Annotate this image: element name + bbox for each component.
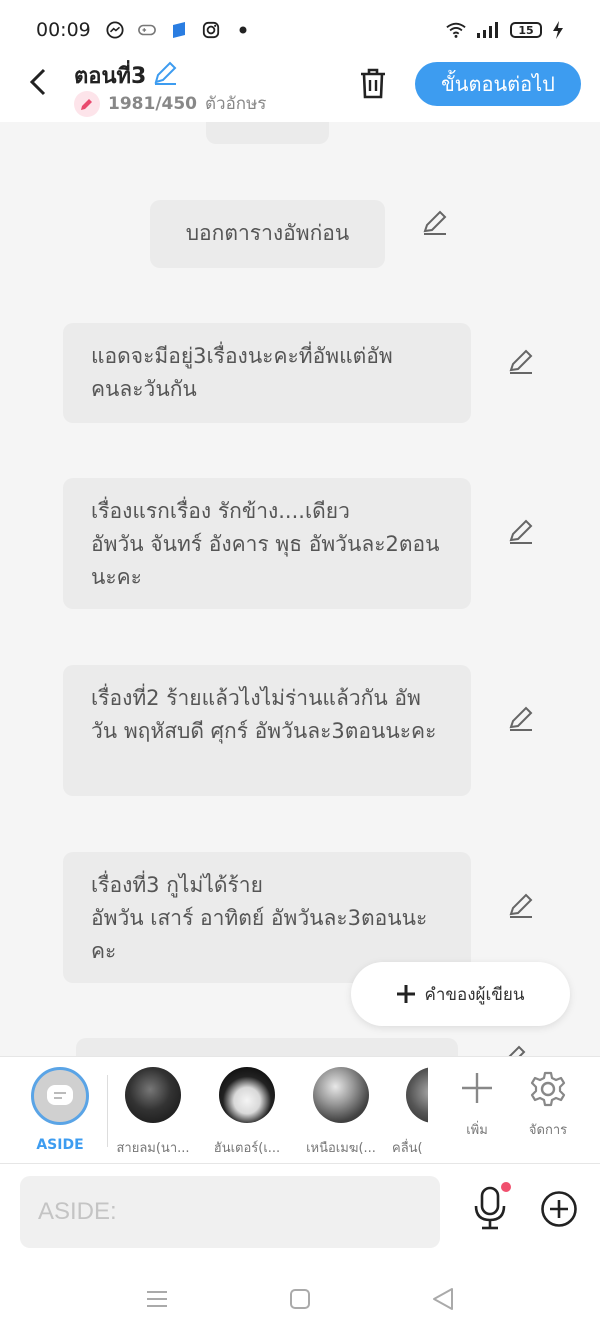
avatar — [406, 1067, 428, 1123]
character-item[interactable]: สายลม(นา... — [108, 1067, 198, 1158]
charging-icon — [552, 20, 564, 40]
character-bar: ASIDE สายลม(นา... ฮันเตอร์(เ... เหนือเมฆ… — [0, 1056, 600, 1164]
avatar — [313, 1067, 369, 1123]
message-text: เรื่องที่3 กูไม่ได้ร้าย อัพวัน เสาร์ อาท… — [91, 873, 428, 963]
status-time: 00:09 — [36, 19, 91, 41]
gamepad-icon — [137, 20, 157, 40]
plus-icon — [397, 985, 416, 1003]
character-label: ASIDE — [36, 1137, 84, 1153]
status-bar: 00:09 15 — [0, 0, 600, 60]
battery-icon: 15 — [510, 22, 542, 38]
chat-area[interactable]: บอกตารางอัพก่อน แอดจะมีอยู่3เรื่องนะคะที… — [0, 122, 600, 1056]
edit-title-icon[interactable] — [152, 60, 178, 92]
chapter-title: ตอนที่3 — [74, 64, 147, 89]
notification-icons — [105, 20, 253, 40]
edit-message-icon[interactable] — [500, 1044, 528, 1056]
add-circle-icon[interactable] — [540, 1190, 578, 1228]
messenger-icon — [105, 20, 125, 40]
message-bubble[interactable]: แอดจะมีอยู่3เรื่องนะคะที่อัพแต่อัพคนละวั… — [63, 323, 471, 423]
avatar — [125, 1067, 181, 1123]
message-bubble[interactable]: เรื่องที่2 ร้ายแล้วไงไม่ร่านแล้วกัน อัพว… — [63, 665, 471, 796]
character-label: ฮันเตอร์(เ... — [213, 1141, 281, 1156]
character-label: เหนือเมฆ(... — [306, 1141, 376, 1156]
writer-note-button[interactable]: คำของผู้เขียน — [351, 962, 570, 1026]
edit-message-icon[interactable] — [507, 518, 535, 546]
message-bubble[interactable] — [206, 122, 329, 144]
dot-icon — [233, 20, 253, 40]
delete-button[interactable] — [356, 66, 390, 100]
menu-icon[interactable] — [144, 1286, 170, 1312]
character-item[interactable]: เหนือเมฆ(... — [296, 1067, 386, 1158]
character-label: สายลม(นา... — [116, 1141, 190, 1156]
character-aside[interactable]: ASIDE — [15, 1067, 105, 1153]
top-bar: ตอนที่3 1981/450 ตัวอักษร ขั้นตอนต่อไป — [0, 60, 600, 122]
edit-message-icon[interactable] — [421, 209, 449, 237]
signal-icon — [476, 20, 500, 40]
plus-icon — [462, 1073, 492, 1103]
character-item[interactable]: คลื่น( — [390, 1067, 428, 1158]
chat-bubble-icon — [47, 1085, 73, 1105]
next-step-button[interactable]: ขั้นตอนต่อไป — [415, 62, 581, 106]
home-icon[interactable] — [287, 1286, 313, 1312]
gear-icon — [530, 1071, 566, 1107]
app-icon — [169, 20, 189, 40]
char-unit: ตัวอักษร — [205, 94, 267, 114]
message-bubble[interactable]: บอกตารางอัพก่อน — [150, 200, 385, 268]
edit-message-icon[interactable] — [507, 705, 535, 733]
aside-avatar — [31, 1067, 89, 1125]
avatar — [219, 1067, 275, 1123]
instagram-icon — [201, 20, 221, 40]
aside-input[interactable] — [20, 1176, 440, 1248]
recording-dot — [501, 1182, 511, 1192]
edit-message-icon[interactable] — [507, 348, 535, 376]
pencil-icon — [74, 90, 100, 117]
char-count: 1981/450 — [108, 93, 198, 114]
character-label: คลื่น( — [392, 1141, 423, 1156]
page-title: ตอนที่3 — [74, 58, 178, 93]
back-button[interactable] — [22, 66, 54, 98]
wifi-icon — [446, 20, 466, 40]
back-nav-icon[interactable] — [430, 1286, 456, 1312]
writer-note-label: คำของผู้เขียน — [424, 984, 525, 1005]
add-character-button[interactable]: เพิ่ม — [447, 1071, 507, 1140]
character-item[interactable]: ฮันเตอร์(เ... — [202, 1067, 292, 1158]
char-count-info: 1981/450 ตัวอักษร — [74, 90, 266, 117]
message-text: เรื่องแรกเรื่อง รักข้าง....เดียว อัพวัน … — [91, 499, 440, 589]
add-label: เพิ่ม — [466, 1123, 488, 1138]
message-bubble[interactable] — [76, 1038, 458, 1056]
message-bubble[interactable]: เรื่องแรกเรื่อง รักข้าง....เดียว อัพวัน … — [63, 478, 471, 609]
manage-label: จัดการ — [528, 1123, 568, 1138]
system-nav-bar — [0, 1264, 600, 1333]
edit-message-icon[interactable] — [507, 892, 535, 920]
composer — [0, 1164, 600, 1264]
manage-button[interactable]: จัดการ — [518, 1071, 578, 1140]
